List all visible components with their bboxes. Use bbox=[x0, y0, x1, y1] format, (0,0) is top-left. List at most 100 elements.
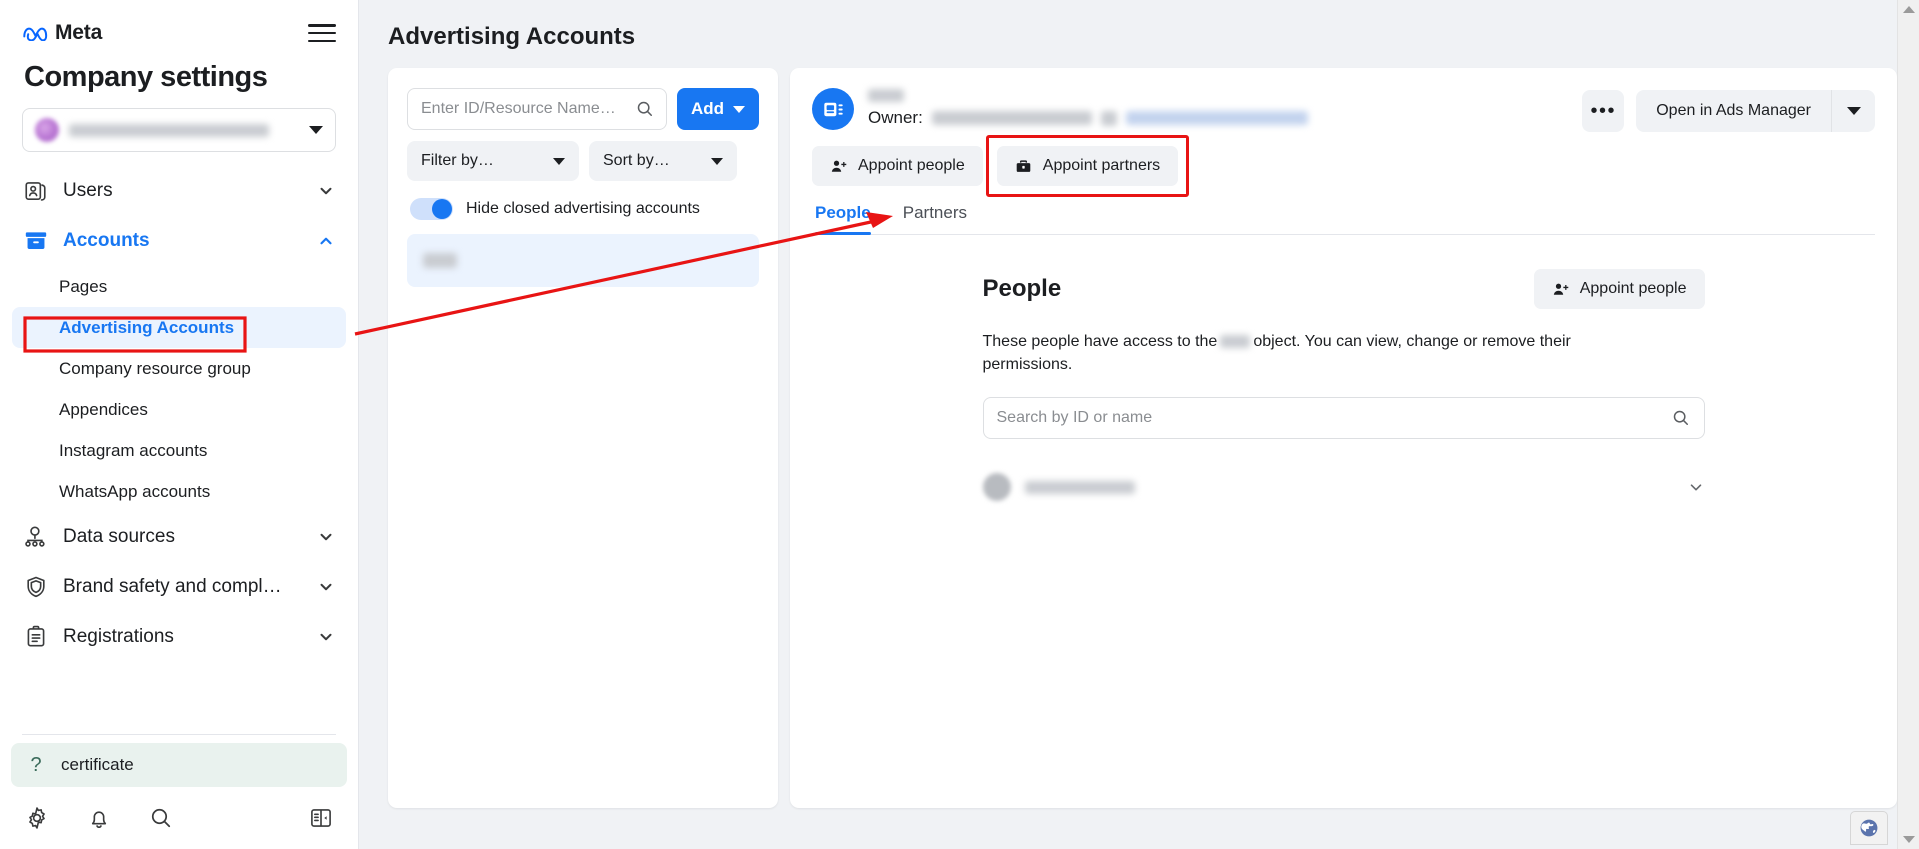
chevron-down-icon bbox=[711, 157, 723, 165]
appoint-people-button-section[interactable]: Appoint people bbox=[1533, 269, 1705, 309]
appoint-partners-wrapper: Appoint partners bbox=[985, 135, 1190, 197]
sidebar-item-appendices[interactable]: Appendices bbox=[12, 389, 346, 430]
sidebar-subitem-label: Appendices bbox=[59, 399, 148, 419]
sidebar-footer bbox=[0, 787, 358, 849]
people-description-part1: These people have access to the bbox=[982, 333, 1218, 350]
filter-by-select[interactable]: Filter by… bbox=[407, 141, 579, 181]
detail-tabs: People Partners bbox=[812, 203, 1875, 235]
sidebar-item-accounts[interactable]: Accounts bbox=[11, 216, 347, 266]
people-header-row: People Appoint people bbox=[983, 269, 1705, 309]
people-search-input[interactable] bbox=[996, 409, 1671, 428]
open-ads-manager-dropdown-button[interactable] bbox=[1831, 90, 1875, 132]
people-search-box[interactable] bbox=[982, 397, 1705, 440]
detail-header-actions: ••• Open in Ads Manager bbox=[1582, 90, 1875, 132]
scroll-down-arrow[interactable] bbox=[1902, 836, 1915, 843]
sidebar-item-label: Accounts bbox=[63, 230, 150, 251]
tab-label: Partners bbox=[902, 203, 967, 222]
business-account-selector[interactable] bbox=[22, 108, 336, 152]
collapse-panel-icon[interactable] bbox=[308, 805, 334, 831]
brand-row: Meta bbox=[22, 14, 336, 52]
ad-account-icon bbox=[812, 88, 854, 130]
open-ads-manager-button[interactable]: Open in Ads Manager bbox=[1636, 90, 1831, 132]
sidebar-divider bbox=[22, 734, 336, 735]
hide-closed-accounts-label: Hide closed advertising accounts bbox=[466, 200, 700, 217]
content-row: Add Filter by… Sort by… bbox=[359, 68, 1919, 838]
open-ads-manager-split-button: Open in Ads Manager bbox=[1636, 90, 1875, 132]
globe-glyph bbox=[1860, 819, 1878, 837]
accounts-list-panel: Add Filter by… Sort by… bbox=[388, 68, 778, 808]
sidebar-item-label: Data sources bbox=[63, 526, 175, 547]
globe-icon[interactable] bbox=[1850, 811, 1888, 845]
search-icon[interactable] bbox=[148, 805, 174, 831]
sidebar-item-label: Brand safety and compl… bbox=[63, 576, 282, 597]
app-root: Meta Company settings Users Accounts Pag… bbox=[0, 0, 1919, 849]
sidebar-subitem-label: Pages bbox=[59, 276, 108, 296]
search-input[interactable] bbox=[421, 100, 635, 118]
chevron-down-icon bbox=[317, 628, 335, 646]
sidebar-subitem-label: WhatsApp accounts bbox=[59, 481, 211, 501]
tab-partners[interactable]: Partners bbox=[903, 203, 967, 234]
more-options-icon[interactable]: ••• bbox=[1582, 90, 1625, 132]
meta-logo: Meta bbox=[22, 21, 102, 45]
appoint-people-button[interactable]: Appoint people bbox=[812, 146, 983, 186]
chevron-down-icon bbox=[733, 105, 745, 113]
briefcase-icon bbox=[1015, 158, 1032, 175]
sidebar-item-users[interactable]: Users bbox=[11, 166, 347, 216]
search-icon bbox=[1671, 408, 1691, 428]
sidebar-nav: Users Accounts Pages Advertising Account… bbox=[0, 166, 358, 724]
hide-closed-accounts-toggle[interactable] bbox=[410, 198, 453, 220]
appoint-row: Appoint people Appoint partners bbox=[812, 135, 1875, 197]
sidebar-item-company-resource-group[interactable]: Company resource group bbox=[12, 348, 346, 389]
owner-id-redacted bbox=[1125, 111, 1308, 125]
owner-separator-redacted bbox=[1100, 110, 1117, 126]
hamburger-menu-icon[interactable] bbox=[308, 22, 336, 44]
gear-icon[interactable] bbox=[24, 805, 50, 831]
appoint-people-label: Appoint people bbox=[1579, 280, 1687, 297]
page-title: Advertising Accounts bbox=[388, 23, 636, 50]
person-add-icon bbox=[830, 158, 847, 175]
list-search-row: Add bbox=[407, 88, 759, 130]
sidebar-subitem-label: Advertising Accounts bbox=[59, 317, 235, 337]
sidebar: Meta Company settings Users Accounts Pag… bbox=[0, 0, 359, 849]
tab-label: People bbox=[815, 203, 871, 222]
page-title-sidebar: Company settings bbox=[24, 61, 268, 93]
users-card-icon bbox=[23, 178, 49, 204]
sidebar-item-advertising-accounts[interactable]: Advertising Accounts bbox=[12, 307, 346, 348]
sidebar-item-brand-safety[interactable]: Brand safety and compl… bbox=[11, 562, 347, 612]
appoint-people-label: Appoint people bbox=[858, 157, 965, 174]
list-item-name-redacted bbox=[423, 253, 457, 268]
shield-icon bbox=[23, 574, 49, 600]
resource-search-box[interactable] bbox=[407, 88, 667, 130]
clipboard-icon bbox=[23, 624, 49, 650]
sort-by-label: Sort by… bbox=[603, 152, 670, 169]
list-filters: Filter by… Sort by… bbox=[407, 141, 759, 181]
sidebar-item-instagram-accounts[interactable]: Instagram accounts bbox=[12, 430, 346, 471]
sidebar-item-registrations[interactable]: Registrations bbox=[11, 612, 347, 662]
sidebar-item-data-sources[interactable]: Data sources bbox=[11, 512, 347, 562]
brand-name: Meta bbox=[55, 21, 103, 44]
tab-people[interactable]: People bbox=[815, 203, 871, 235]
main-content: Advertising Accounts Add bbox=[359, 0, 1919, 849]
people-section-title: People bbox=[982, 275, 1062, 302]
sidebar-item-pages[interactable]: Pages bbox=[12, 266, 346, 307]
add-button-label: Add bbox=[690, 99, 724, 118]
people-description: These people have access to the object. Y… bbox=[983, 331, 1603, 376]
add-button[interactable]: Add bbox=[676, 88, 759, 130]
sidebar-item-label: Registrations bbox=[63, 626, 174, 647]
sort-by-select[interactable]: Sort by… bbox=[589, 141, 737, 181]
certificate-label: certificate bbox=[61, 755, 134, 774]
account-detail-panel: Owner: ••• Open in Ads Manager Appoint p… bbox=[790, 68, 1897, 808]
chevron-down-icon[interactable] bbox=[1687, 478, 1705, 496]
accounts-box-icon bbox=[23, 228, 49, 254]
sidebar-item-certificate[interactable]: ? certificate bbox=[11, 743, 347, 787]
data-sources-icon bbox=[23, 524, 49, 550]
list-item[interactable] bbox=[407, 234, 759, 287]
person-row[interactable] bbox=[982, 464, 1705, 510]
bell-icon[interactable] bbox=[86, 805, 112, 831]
vertical-scrollbar[interactable] bbox=[1897, 0, 1919, 849]
chevron-up-icon bbox=[317, 232, 335, 250]
appoint-partners-button[interactable]: Appoint partners bbox=[996, 146, 1179, 186]
scroll-up-arrow[interactable] bbox=[1902, 6, 1915, 13]
sidebar-subitem-label: Instagram accounts bbox=[59, 440, 208, 460]
sidebar-item-whatsapp-accounts[interactable]: WhatsApp accounts bbox=[12, 471, 346, 512]
